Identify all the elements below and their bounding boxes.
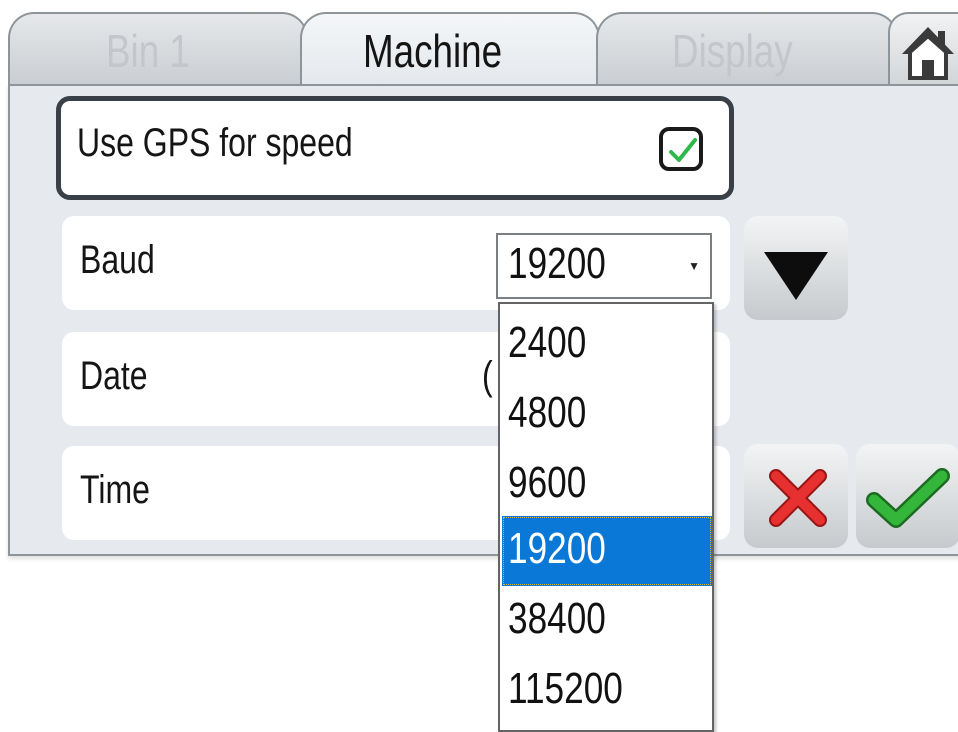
baud-select-value: 19200 <box>508 239 606 288</box>
tab-display[interactable]: Display <box>596 12 898 86</box>
option-label: 4800 <box>508 388 587 437</box>
dropdown-arrow-button[interactable] <box>744 216 848 320</box>
baud-select[interactable]: 19200 ▼ <box>496 233 712 299</box>
green-check-icon <box>866 468 950 528</box>
dropdown-option[interactable]: 38400 <box>502 586 712 656</box>
option-label: 19200 <box>508 524 606 573</box>
dropdown-option-selected[interactable]: 19200 <box>502 516 712 586</box>
date-label: Date <box>80 354 148 398</box>
home-icon <box>902 27 954 80</box>
tab-label: Display <box>671 25 793 77</box>
use-gps-checkbox[interactable] <box>659 127 703 171</box>
use-gps-label: Use GPS for speed <box>77 121 353 165</box>
dropdown-option[interactable]: 9600 <box>502 450 712 520</box>
option-label: 38400 <box>508 594 606 643</box>
tab-bin-1[interactable]: Bin 1 <box>8 12 308 86</box>
option-label: 115200 <box>508 664 623 713</box>
home-button[interactable] <box>888 12 958 86</box>
date-value: ( <box>482 354 493 398</box>
checkmark-icon <box>669 138 697 162</box>
tab-label: Bin 1 <box>105 25 190 77</box>
chevron-down-icon: ▼ <box>688 259 700 273</box>
triangle-down-icon <box>764 252 828 300</box>
dropdown-option[interactable]: 2400 <box>502 310 712 380</box>
confirm-button[interactable] <box>856 444 958 548</box>
baud-label: Baud <box>80 238 155 282</box>
option-label: 2400 <box>508 318 587 367</box>
red-x-icon <box>769 469 827 527</box>
tab-machine[interactable]: Machine <box>300 12 600 86</box>
use-gps-row[interactable]: Use GPS for speed <box>56 96 734 200</box>
tab-label: Machine <box>363 25 503 77</box>
baud-dropdown-list: 2400 4800 9600 19200 38400 115200 <box>498 302 714 732</box>
time-label: Time <box>80 468 150 512</box>
option-label: 9600 <box>508 458 587 507</box>
dropdown-option[interactable]: 4800 <box>502 380 712 450</box>
dropdown-option[interactable]: 115200 <box>502 656 712 726</box>
cancel-button[interactable] <box>744 444 848 548</box>
